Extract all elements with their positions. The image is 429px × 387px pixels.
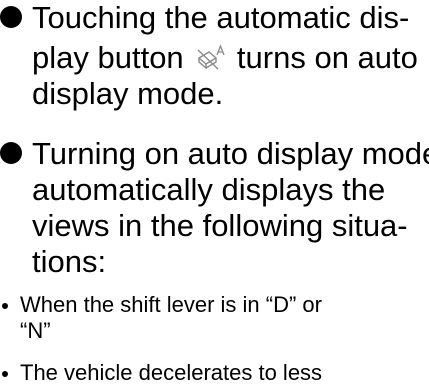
sub-item-1-line-1: When the shift lever is in “D” or (20, 292, 322, 317)
bullet-1-line-2-after: turns on auto (236, 40, 418, 75)
bullet-1-line-1: Touching the automatic dis- (32, 0, 410, 35)
sub-item-1-line-2: “N” (20, 318, 51, 343)
bullet-item-auto-display-button: Touching the automatic dis- play button … (0, 0, 429, 120)
bullet-item-auto-display-mode: Turning on auto display mode automatical… (0, 136, 429, 286)
sub-bullet-dot (2, 303, 8, 309)
sub-bullet-dot (2, 371, 8, 377)
bullet-2-line-4: tions: (32, 244, 107, 279)
auto-display-off-icon (196, 42, 226, 70)
bullet-1-line-2-before: play button (32, 40, 184, 75)
bullet-2-line-1: Turning on auto display mode (32, 136, 429, 171)
bullet-2-line-2: automatically displays the (32, 172, 386, 207)
bullet-dot (0, 6, 22, 28)
bullet-2-line-3: views in the following situa- (32, 208, 408, 243)
bullet-dot (0, 142, 22, 164)
sub-item-2-line-1: The vehicle decelerates to less (20, 360, 323, 385)
bullet-1-line-3: display mode. (32, 76, 224, 111)
bullet-1-line-2: play button turns on auto (32, 40, 418, 76)
sub-item-vehicle-decelerates: The vehicle decelerates to less (0, 360, 429, 387)
document-page: Touching the automatic dis- play button … (0, 0, 429, 387)
sub-item-shift-lever: When the shift lever is in “D” or “N” (0, 292, 429, 352)
